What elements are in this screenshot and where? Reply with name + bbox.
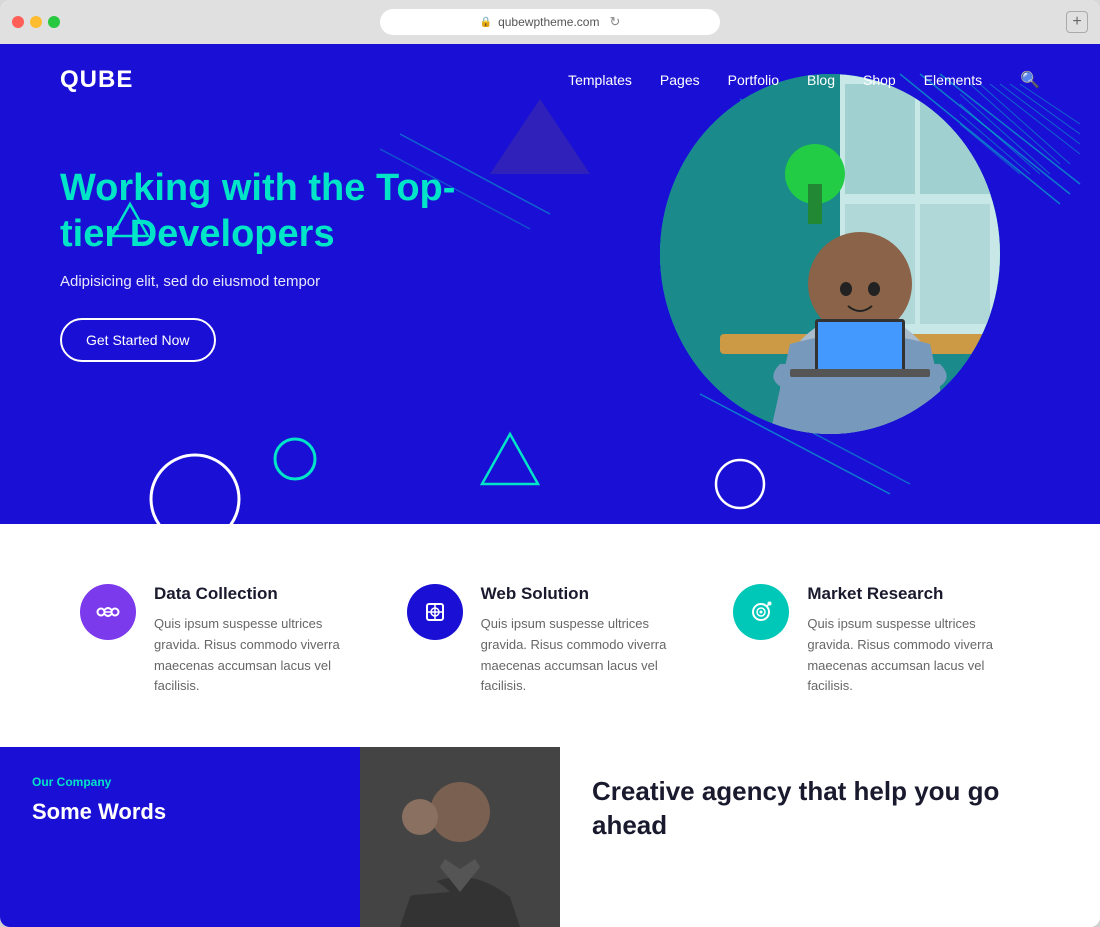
service-text-web-solution: Web Solution Quis ipsum suspesse ultrice… [481,584,694,697]
minimize-button[interactable] [30,16,42,28]
service-text-market-research: Market Research Quis ipsum suspesse ultr… [807,584,1020,697]
lock-icon: 🔒 [480,17,492,28]
service-item-market-research: Market Research Quis ipsum suspesse ultr… [733,584,1020,697]
browser-chrome: 🔒 qubewptheme.com ↻ + [0,0,1100,44]
hero-title: Working with the Top-tier Developers [60,166,490,257]
address-bar[interactable]: 🔒 qubewptheme.com ↻ [380,9,720,35]
bottom-left-panel: Our Company Some Words [0,747,360,927]
website-content: QUBE Templates Pages Portfolio Blog Shop… [0,44,1100,927]
data-collection-desc: Quis ipsum suspesse ultrices gravida. Ri… [154,614,367,697]
nav-link-shop[interactable]: Shop [863,72,896,88]
url-text: qubewptheme.com [498,15,599,29]
maximize-button[interactable] [48,16,60,28]
market-research-title: Market Research [807,584,1020,604]
hero-subtitle: Adipisicing elit, sed do eiusmod tempor [60,273,490,290]
data-collection-title: Data Collection [154,584,367,604]
bottom-some-words: Some Words [32,799,328,825]
web-solution-icon [407,584,463,640]
bottom-heading: Creative agency that help you go ahead [592,775,1068,843]
browser-window: 🔒 qubewptheme.com ↻ + [0,0,1100,927]
site-logo[interactable]: QUBE [60,66,133,94]
service-item-data-collection: Data Collection Quis ipsum suspesse ultr… [80,584,367,697]
services-section: Data Collection Quis ipsum suspesse ultr… [0,524,1100,747]
market-research-desc: Quis ipsum suspesse ultrices gravida. Ri… [807,614,1020,697]
get-started-button[interactable]: Get Started Now [60,318,216,362]
bottom-section: Our Company Some Words Creative agency t… [0,747,1100,927]
nav-link-blog[interactable]: Blog [807,72,835,88]
nav-links: Templates Pages Portfolio Blog Shop Elem… [568,70,1040,90]
hero-section: QUBE Templates Pages Portfolio Blog Shop… [0,44,1100,524]
market-research-icon [733,584,789,640]
bottom-text-area: Creative agency that help you go ahead [560,747,1100,927]
nav-link-pages[interactable]: Pages [660,72,700,88]
hero-image-circle [660,74,1000,434]
web-solution-title: Web Solution [481,584,694,604]
refresh-icon[interactable]: ↻ [609,14,620,30]
close-button[interactable] [12,16,24,28]
hero-image [660,74,1000,434]
service-text-data-collection: Data Collection Quis ipsum suspesse ultr… [154,584,367,697]
nav-link-portfolio[interactable]: Portfolio [728,72,779,88]
data-collection-icon [80,584,136,640]
hero-content: Working with the Top-tier Developers Adi… [60,116,490,362]
web-solution-desc: Quis ipsum suspesse ultrices gravida. Ri… [481,614,694,697]
new-tab-button[interactable]: + [1066,11,1088,33]
navigation: QUBE Templates Pages Portfolio Blog Shop… [60,44,1040,116]
traffic-lights [12,16,60,28]
nav-link-elements[interactable]: Elements [924,72,982,88]
bottom-image-panel [360,747,560,927]
service-item-web-solution: Web Solution Quis ipsum suspesse ultrice… [407,584,694,697]
nav-link-templates[interactable]: Templates [568,72,632,88]
bottom-company-tag: Our Company [32,775,328,789]
search-icon[interactable]: 🔍 [1020,70,1040,90]
